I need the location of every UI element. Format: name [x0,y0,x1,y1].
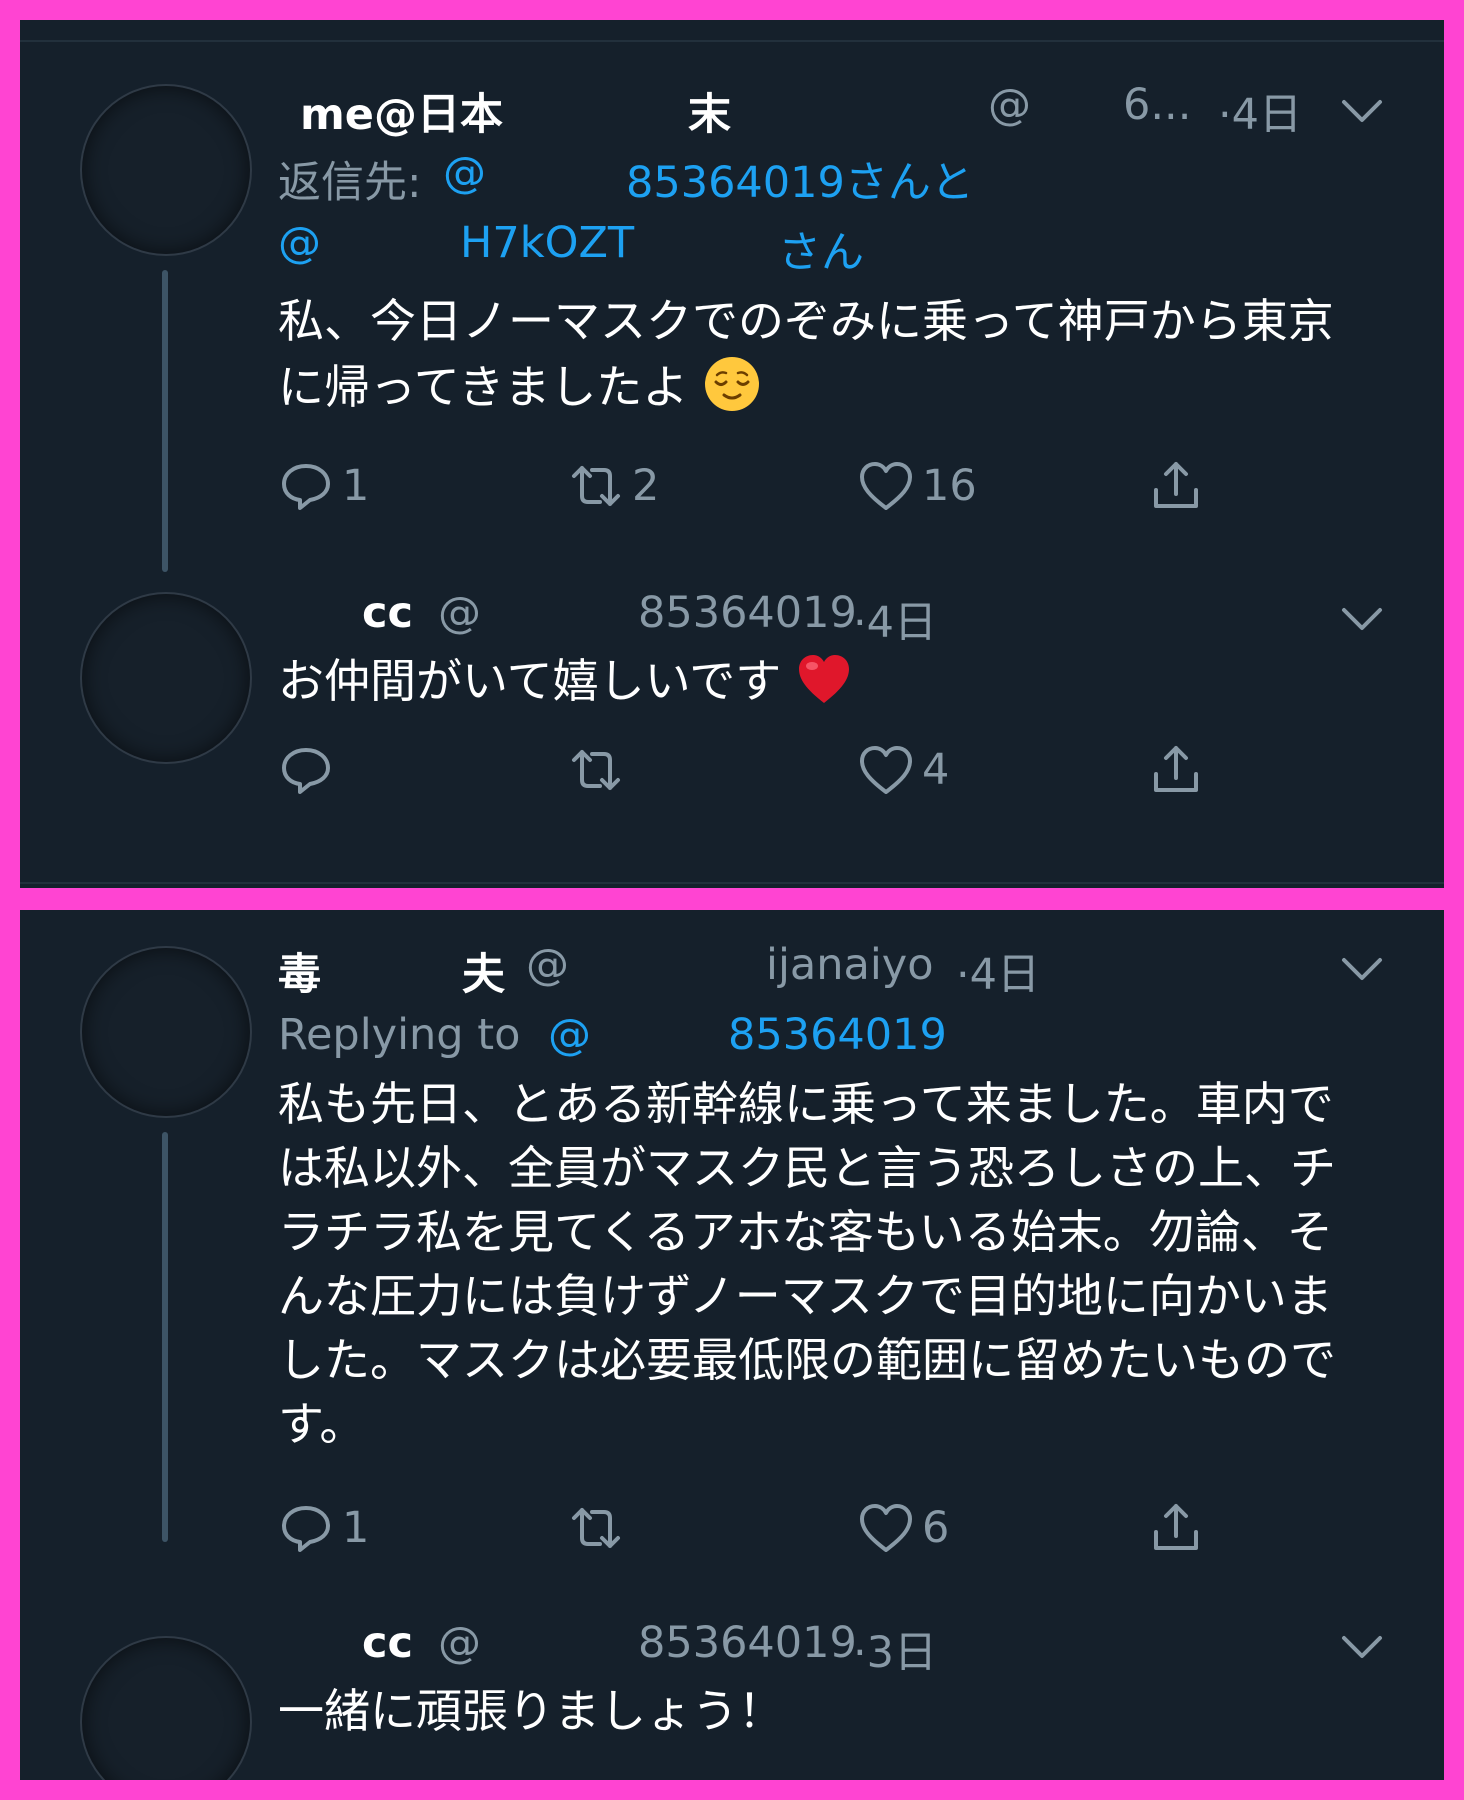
reply-context: 返信先: @ 85364019さんと [278,148,974,210]
chevron-down-icon[interactable] [1340,604,1384,634]
reply-at[interactable]: @ [443,148,486,198]
tweet-text-span: 一緒に頑張りましょう！ [278,1684,784,1738]
tweet-text-line: は私以外、全員がマスク民と言う恐ろしさの上、チ [278,1141,1336,1195]
tweet-text-line: に帰ってきましたよ [278,354,1398,420]
handle-at: @ [526,940,569,990]
reply-button[interactable] [276,740,336,800]
reply-button[interactable]: 1 [276,456,369,516]
tweet-text-line: 私、今日ノーマスクでのぞみに乗って神戸から東京 [278,294,1334,348]
tweet-text-line: した。マスクは必要最低限の範囲に留めたいもので [278,1333,1336,1387]
like-count: 16 [922,461,977,511]
display-name-suffix[interactable]: 末 [688,80,731,142]
retweet-button[interactable] [566,740,626,800]
tweet-text-line: ラチラ私を見てくるアホな客もいる始末。勿論、そ [278,1205,1333,1259]
like-button[interactable]: 6 [856,1498,949,1558]
share-button[interactable] [1146,1498,1206,1558]
reply-at[interactable]: @ [548,1010,591,1060]
share-icon [1154,462,1198,508]
retweet-button[interactable] [566,1498,626,1558]
tweet-text: 私、今日ノーマスクでのぞみに乗って神戸から東京 に帰ってきましたよ [278,288,1398,420]
retweet-icon [572,466,620,506]
timestamp[interactable]: ·3日 [853,1618,937,1680]
timestamp[interactable]: ·4日 [853,588,937,650]
avatar[interactable] [82,86,250,254]
reply-count: 1 [342,461,370,511]
display-name-suffix[interactable]: 夫 [462,940,505,1002]
reply-count: 1 [342,1503,370,1553]
heart-icon [860,1504,912,1552]
tweet-text-span: お仲間がいて嬉しいです [278,654,782,708]
divider [20,882,1444,884]
reply-icon [282,1506,330,1552]
reply-mention-2[interactable]: H7kOZT [460,218,634,268]
reply-mention-suffix[interactable]: さん [778,218,864,280]
tweet-text-line: 私も先日、とある新幹線に乗って来ました。車内で [278,1077,1334,1131]
share-button[interactable] [1146,456,1206,516]
timestamp[interactable]: ·4日 [1218,80,1302,142]
retweet-icon [572,750,620,790]
share-button[interactable] [1146,740,1206,800]
reply-label: 返信先: [278,158,422,208]
timestamp[interactable]: ·4日 [956,940,1040,1002]
avatar[interactable] [82,1638,250,1780]
avatar[interactable] [82,948,250,1116]
handle-at: @ [438,588,481,638]
tweet-thread-panel-2: 毒 夫 @ ijanaiyo ·4日 Replying to @ 8536401… [20,910,1444,1780]
display-name[interactable]: 毒 [278,940,321,1002]
display-name[interactable]: me@日本 [300,80,503,142]
reply-label: Replying to [278,1010,521,1060]
reply-icon [282,464,330,510]
tweet-text-line: んな圧力には負けずノーマスクで目的地に向かいま [278,1269,1333,1323]
handle-at: @ [438,1618,481,1668]
display-name[interactable]: cc [362,1618,413,1668]
like-count: 4 [922,745,950,795]
handle[interactable]: 85364019 [638,588,857,638]
share-icon [1154,1504,1198,1550]
share-icon [1154,746,1198,792]
tweet-text-span: に帰ってきましたよ [278,360,689,414]
retweet-button[interactable]: 2 [566,456,659,516]
tweet-thread-panel-1: me@日本 末 @ 6... ·4日 返信先: @ 85364019さんと @ … [20,20,1444,888]
tweet-text: 私も先日、とある新幹線に乗って来ました。車内で は私以外、全員がマスク民と言う恐… [278,1072,1398,1456]
reply-context: Replying to @ 85364019 [278,1010,947,1060]
like-count: 6 [922,1503,950,1553]
thread-line [162,1132,168,1542]
handle[interactable]: 85364019 [638,1618,857,1668]
tweet-text: お仲間がいて嬉しいです [278,648,1398,714]
reply-mention[interactable]: 85364019 [728,1010,947,1060]
chevron-down-icon[interactable] [1340,96,1384,126]
retweet-icon [572,1508,620,1548]
thread-line [162,270,168,572]
divider [20,40,1444,42]
avatar[interactable] [82,594,250,762]
handle[interactable]: 6... [1123,80,1191,130]
chevron-down-icon[interactable] [1340,954,1384,984]
like-button[interactable]: 16 [856,456,977,516]
reply-at[interactable]: @ [278,218,321,268]
reply-button[interactable]: 1 [276,1498,369,1558]
reply-icon [282,748,330,794]
heart-icon [860,462,912,510]
handle-at: @ [988,80,1031,130]
red-heart-icon [798,655,849,703]
relieved-face-icon [704,357,759,411]
handle[interactable]: ijanaiyo [766,940,934,990]
tweet-text: 一緒に頑張りましょう！ [278,1678,1398,1744]
chevron-down-icon[interactable] [1340,1632,1384,1662]
reply-mention-1[interactable]: 85364019さんと [626,148,974,210]
like-button[interactable]: 4 [856,740,949,800]
heart-icon [860,746,912,794]
reply-context-2: @ H7kOZT さん [278,218,864,278]
retweet-count: 2 [632,461,660,511]
tweet-text-line: す。 [278,1397,366,1451]
display-name[interactable]: cc [362,588,413,638]
